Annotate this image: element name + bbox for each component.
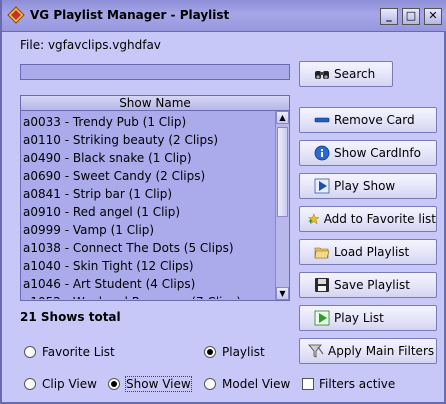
- scrollbar-thumb[interactable]: [277, 127, 288, 217]
- open-folder-icon: [314, 247, 330, 259]
- minus-bar-icon: [314, 117, 330, 123]
- favorite-list-radio[interactable]: Favorite List: [24, 345, 115, 359]
- maximize-button[interactable]: □: [402, 8, 420, 25]
- save-playlist-label: Save Playlist: [334, 278, 410, 292]
- load-playlist-label: Load Playlist: [334, 245, 410, 259]
- list-item[interactable]: a0910 - Red angel (1 Clip): [23, 203, 275, 221]
- apply-main-filters-label: Apply Main Filters: [328, 344, 435, 358]
- floppy-disk-icon: [315, 278, 329, 292]
- remove-card-button[interactable]: Remove Card: [299, 107, 437, 133]
- close-button[interactable]: ✕: [424, 8, 442, 25]
- search-button[interactable]: Search: [299, 61, 393, 87]
- binoculars-icon: [315, 71, 329, 79]
- show-view-radio[interactable]: Show View: [108, 376, 192, 392]
- minimize-button[interactable]: _: [380, 8, 398, 25]
- model-view-radio-circle[interactable]: [204, 378, 216, 390]
- playlist-radio[interactable]: Playlist: [204, 345, 265, 359]
- show-list-rows: a0033 - Trendy Pub (1 Clip) a0110 - Strik…: [23, 113, 275, 299]
- list-item[interactable]: a0999 - Vamp (1 Clip): [23, 221, 275, 239]
- green-play-icon: [314, 310, 330, 326]
- clip-view-radio[interactable]: Clip View: [24, 377, 97, 391]
- list-item[interactable]: a0841 - Strip bar (1 Clip): [23, 185, 275, 203]
- model-view-radio-label: Model View: [222, 377, 291, 391]
- scroll-down-arrow-icon[interactable]: ▼: [276, 287, 289, 300]
- add-to-favorite-button[interactable]: Add to Favorite list: [299, 206, 437, 232]
- window-title: VG Playlist Manager - Playlist: [30, 8, 230, 22]
- play-show-button[interactable]: Play Show: [299, 173, 437, 199]
- load-playlist-button[interactable]: Load Playlist: [299, 239, 437, 265]
- play-list-label: Play List: [334, 311, 384, 325]
- file-label: File: vgfavclips.vghdfav: [20, 38, 161, 52]
- filters-active-label: Filters active: [319, 377, 396, 391]
- column-header-show-name[interactable]: Show Name: [21, 96, 289, 111]
- list-scrollbar[interactable]: ▲ ▼: [275, 111, 289, 300]
- list-item[interactable]: a1052 - Weekend Romance (7 Clips): [23, 293, 275, 299]
- list-item[interactable]: a0490 - Black snake (1 Clip): [23, 149, 275, 167]
- apply-main-filters-button[interactable]: Apply Main Filters: [299, 338, 437, 364]
- favorite-list-radio-label: Favorite List: [42, 345, 115, 359]
- funnel-filter-icon: [308, 344, 324, 358]
- app-window: VG Playlist Manager - Playlist _ □ ✕ Fil…: [0, 0, 446, 404]
- show-view-radio-label: Show View: [125, 376, 192, 392]
- model-view-radio[interactable]: Model View: [204, 377, 290, 391]
- shows-total-label: 21 Shows total: [20, 310, 121, 324]
- list-item[interactable]: a0690 - Sweet Candy (2 Clips): [23, 167, 275, 185]
- play-icon: [314, 178, 330, 194]
- search-input[interactable]: [20, 64, 290, 80]
- clip-view-radio-label: Clip View: [42, 377, 97, 391]
- filters-active-checkbox[interactable]: Filters active: [302, 377, 395, 391]
- add-to-favorite-label: Add to Favorite list: [323, 212, 436, 226]
- scroll-up-arrow-icon[interactable]: ▲: [276, 111, 289, 124]
- info-icon: [314, 145, 330, 161]
- show-cardinfo-button[interactable]: Show CardInfo: [299, 140, 437, 166]
- filters-active-check-box[interactable]: [302, 378, 314, 390]
- play-list-button[interactable]: Play List: [299, 305, 437, 331]
- list-item[interactable]: a1046 - Art Student (4 Clips): [23, 275, 275, 293]
- show-cardinfo-label: Show CardInfo: [334, 146, 421, 160]
- playlist-radio-circle[interactable]: [204, 346, 216, 358]
- play-show-label: Play Show: [334, 179, 396, 193]
- show-list[interactable]: Show Name a0033 - Trendy Pub (1 Clip) a01…: [20, 95, 290, 301]
- title-bar[interactable]: VG Playlist Manager - Playlist _ □ ✕: [2, 0, 446, 32]
- show-view-radio-circle[interactable]: [108, 378, 120, 390]
- remove-card-label: Remove Card: [334, 113, 415, 127]
- playlist-radio-label: Playlist: [222, 345, 265, 359]
- clip-view-radio-circle[interactable]: [24, 378, 36, 390]
- list-item[interactable]: a0033 - Trendy Pub (1 Clip): [23, 113, 275, 131]
- list-item[interactable]: a0110 - Striking beauty (2 Clips): [23, 131, 275, 149]
- search-button-label: Search: [334, 67, 376, 81]
- list-item[interactable]: a1040 - Skin Tight (12 Clips): [23, 257, 275, 275]
- list-item[interactable]: a1038 - Connect The Dots (5 Clips): [23, 239, 275, 257]
- star-add-icon: [308, 213, 320, 225]
- save-playlist-button[interactable]: Save Playlist: [299, 272, 437, 298]
- app-logo-icon: [7, 6, 25, 24]
- favorite-list-radio-circle[interactable]: [24, 346, 36, 358]
